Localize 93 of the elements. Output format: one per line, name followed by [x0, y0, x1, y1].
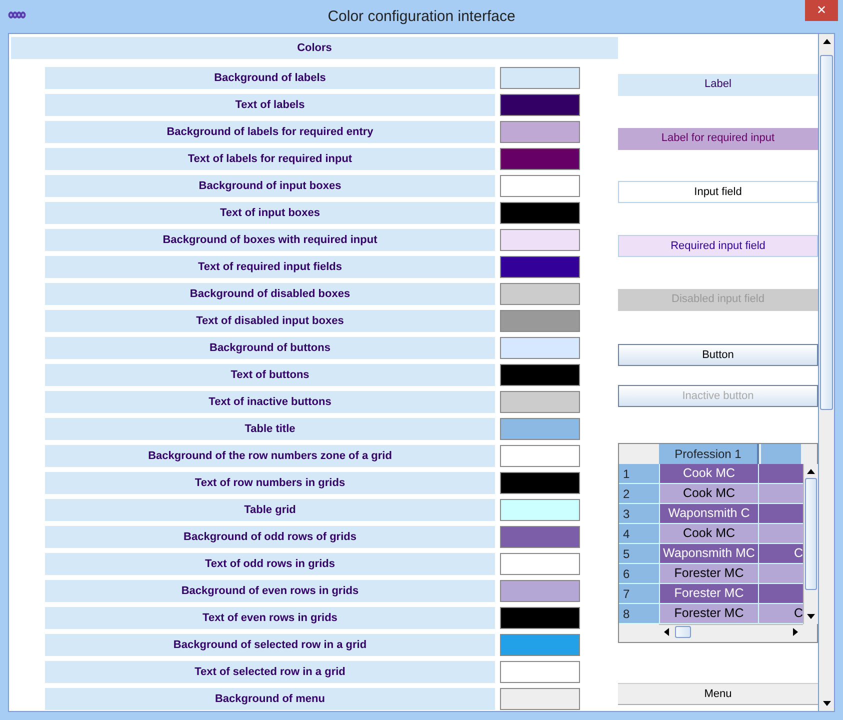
table-cell: Waponsmith C — [659, 504, 759, 524]
color-swatch[interactable] — [500, 472, 580, 494]
app-icon — [8, 10, 26, 20]
color-swatch[interactable] — [500, 606, 580, 628]
color-swatch[interactable] — [500, 364, 580, 386]
table-cell — [759, 524, 803, 544]
color-swatch[interactable] — [500, 336, 580, 358]
table-cell — [759, 564, 803, 584]
row-number: 1 — [619, 464, 659, 484]
color-swatch[interactable] — [500, 580, 580, 602]
section-header: Colors — [11, 37, 618, 59]
preview-button[interactable]: Button — [618, 344, 818, 366]
required-label: Label for required input — [618, 128, 818, 150]
table-cell: Cook MC — [659, 464, 759, 484]
color-label: Text of labels for required input — [45, 148, 495, 170]
color-label: Text of row numbers in grids — [45, 472, 495, 494]
required-input-field[interactable]: Required input field — [618, 235, 818, 257]
color-swatch[interactable] — [500, 526, 580, 548]
color-label: Table grid — [45, 498, 495, 520]
table-cell — [759, 484, 803, 504]
color-swatch[interactable] — [500, 310, 580, 332]
row-number: 3 — [619, 504, 659, 524]
row-number: 2 — [619, 484, 659, 504]
scrollbar-thumb[interactable] — [805, 478, 817, 590]
color-label: Text of input boxes — [45, 202, 495, 224]
table-cell: Forester MC — [659, 584, 759, 604]
color-label: Table title — [45, 418, 495, 440]
window-title: Color configuration interface — [328, 8, 516, 25]
color-label: Text of disabled input boxes — [45, 310, 495, 332]
color-label: Background of labels — [45, 66, 495, 88]
color-label: Background of buttons — [45, 336, 495, 358]
down-arrow-icon[interactable] — [823, 701, 831, 706]
table-cell: C — [759, 544, 803, 564]
preview-label: Label — [618, 74, 818, 96]
table-cell: Forester MC — [659, 604, 759, 624]
close-button[interactable]: ✕ — [805, 0, 838, 21]
table-cell — [759, 584, 803, 604]
scrollbar-thumb[interactable] — [675, 626, 691, 638]
color-label: Background of labels for required entry — [45, 120, 495, 142]
color-label: Background of even rows in grids — [45, 580, 495, 602]
color-label: Background of boxes with required input — [45, 228, 495, 250]
color-label: Background of disabled boxes — [45, 282, 495, 304]
color-swatch[interactable] — [500, 202, 580, 224]
color-swatch[interactable] — [500, 660, 580, 682]
row-number: 7 — [619, 584, 659, 604]
table-cell: C — [759, 604, 803, 624]
left-arrow-icon[interactable] — [664, 628, 669, 636]
color-swatch[interactable] — [500, 94, 580, 116]
color-label: Text of labels — [45, 94, 495, 116]
color-label: Background of odd rows of grids — [45, 526, 495, 548]
color-swatch[interactable] — [500, 148, 580, 170]
color-label: Background of menu — [45, 688, 495, 710]
table-cell: Cook MC — [659, 524, 759, 544]
color-label: Background of the row numbers zone of a grid — [45, 444, 495, 466]
table-cell — [759, 504, 803, 524]
scrollbar-thumb[interactable] — [820, 55, 833, 410]
table-cell — [759, 464, 803, 484]
color-swatch[interactable] — [500, 256, 580, 278]
row-number: 4 — [619, 524, 659, 544]
menu-bar[interactable]: Menu — [618, 683, 818, 705]
color-label: Text of selected row in a grid — [45, 660, 495, 682]
table-cell: Waponsmith MC — [659, 544, 759, 564]
color-swatch[interactable] — [500, 418, 580, 440]
color-swatch[interactable] — [500, 498, 580, 520]
color-label: Text of buttons — [45, 364, 495, 386]
color-swatch[interactable] — [500, 688, 580, 710]
row-number: 8 — [619, 604, 659, 624]
table-cell: Forester MC — [659, 564, 759, 584]
color-swatch[interactable] — [500, 634, 580, 656]
color-swatch[interactable] — [500, 282, 580, 304]
up-arrow-icon[interactable] — [807, 469, 815, 474]
color-label: Background of selected row in a grid — [45, 634, 495, 656]
color-label: Text of required input fields — [45, 256, 495, 278]
color-label: Text of inactive buttons — [45, 390, 495, 412]
color-label: Text of odd rows in grids — [45, 552, 495, 574]
color-label: Background of input boxes — [45, 174, 495, 196]
row-number: 5 — [619, 544, 659, 564]
down-arrow-icon[interactable] — [807, 614, 815, 619]
color-swatch[interactable] — [500, 120, 580, 142]
color-swatch[interactable] — [500, 174, 580, 196]
color-swatch[interactable] — [500, 66, 580, 88]
table-cell: Cook MC — [659, 484, 759, 504]
color-swatch[interactable] — [500, 552, 580, 574]
row-number: 6 — [619, 564, 659, 584]
up-arrow-icon[interactable] — [823, 39, 831, 44]
color-swatch[interactable] — [500, 390, 580, 412]
input-field[interactable]: Input field — [618, 181, 818, 203]
color-swatch[interactable] — [500, 228, 580, 250]
scrollbar[interactable] — [818, 34, 834, 711]
column-header[interactable]: Profession 1 — [659, 444, 759, 464]
color-swatch[interactable] — [500, 444, 580, 466]
color-label: Text of even rows in grids — [45, 606, 495, 628]
right-arrow-icon[interactable] — [793, 628, 798, 636]
